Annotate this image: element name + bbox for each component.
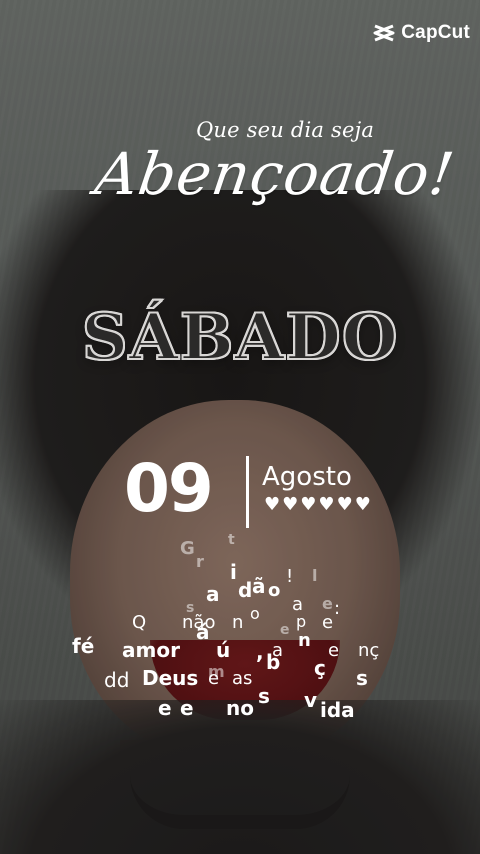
- animated-letter: :: [334, 598, 341, 619]
- animated-letter: ú: [216, 638, 231, 662]
- animated-letter: á: [196, 620, 210, 644]
- animated-letter: o: [250, 604, 260, 623]
- heart-icon: ♥: [336, 494, 353, 515]
- animated-letter: b: [266, 650, 281, 674]
- animated-letter: ,: [256, 640, 264, 664]
- animated-letter: v: [304, 688, 318, 712]
- animated-letter: ida: [320, 698, 355, 722]
- animated-letter: fé: [72, 634, 95, 658]
- animated-letter: e: [280, 622, 290, 638]
- animated-letter: Q: [132, 612, 147, 633]
- animated-letter: G: [180, 538, 195, 559]
- animated-letter: p: [296, 612, 307, 631]
- heart-icon: ♥: [264, 494, 281, 515]
- animated-letter: o: [268, 580, 281, 601]
- brand-name: CapCut: [401, 22, 470, 43]
- date-divider: [246, 456, 249, 528]
- capcut-watermark: CapCut: [373, 22, 470, 44]
- animated-letter: nç: [358, 640, 380, 661]
- heart-icon: ♥: [318, 494, 335, 515]
- animated-letter: a: [206, 582, 220, 606]
- animated-letter: n: [232, 612, 244, 633]
- animated-letter: s: [356, 666, 368, 690]
- heart-icon: ♥: [300, 494, 317, 515]
- animated-letter: i: [230, 560, 237, 584]
- animated-letter: t: [228, 532, 235, 548]
- animated-letter: e: [322, 612, 334, 633]
- animated-letter: d: [238, 578, 253, 602]
- animated-letter: s: [258, 684, 270, 708]
- animated-letter: l: [312, 566, 318, 585]
- heart-icon: ♥: [282, 494, 299, 515]
- heart-icon: ♥: [354, 494, 371, 515]
- hearts-row: ♥ ♥ ♥ ♥ ♥ ♥: [264, 496, 371, 514]
- greeting-line1: Que seu dia seja: [196, 118, 375, 142]
- animated-letter: dd: [104, 668, 130, 692]
- animated-letter: e: [208, 668, 220, 689]
- capcut-logo-icon: [373, 24, 395, 42]
- animated-letter: ç: [314, 656, 326, 680]
- animated-letter: ã: [252, 574, 266, 598]
- animated-letter: e: [158, 696, 172, 720]
- date-day: 09: [124, 450, 214, 527]
- animated-letter: !: [286, 566, 294, 587]
- animated-letter: e: [328, 640, 340, 661]
- animated-letter: e: [322, 594, 333, 613]
- animated-letter: amor: [122, 638, 180, 662]
- greeting-script: Abençoado!: [91, 140, 459, 208]
- date-month: Agosto: [262, 462, 352, 492]
- animated-letter: r: [196, 552, 204, 571]
- animated-letter: e: [180, 696, 194, 720]
- day-of-week: SÁBADO: [81, 299, 399, 376]
- animated-letter: n: [298, 630, 311, 651]
- animated-letter: as: [232, 668, 253, 689]
- animated-letter: Deus: [142, 666, 199, 690]
- animated-letter: no: [226, 696, 254, 720]
